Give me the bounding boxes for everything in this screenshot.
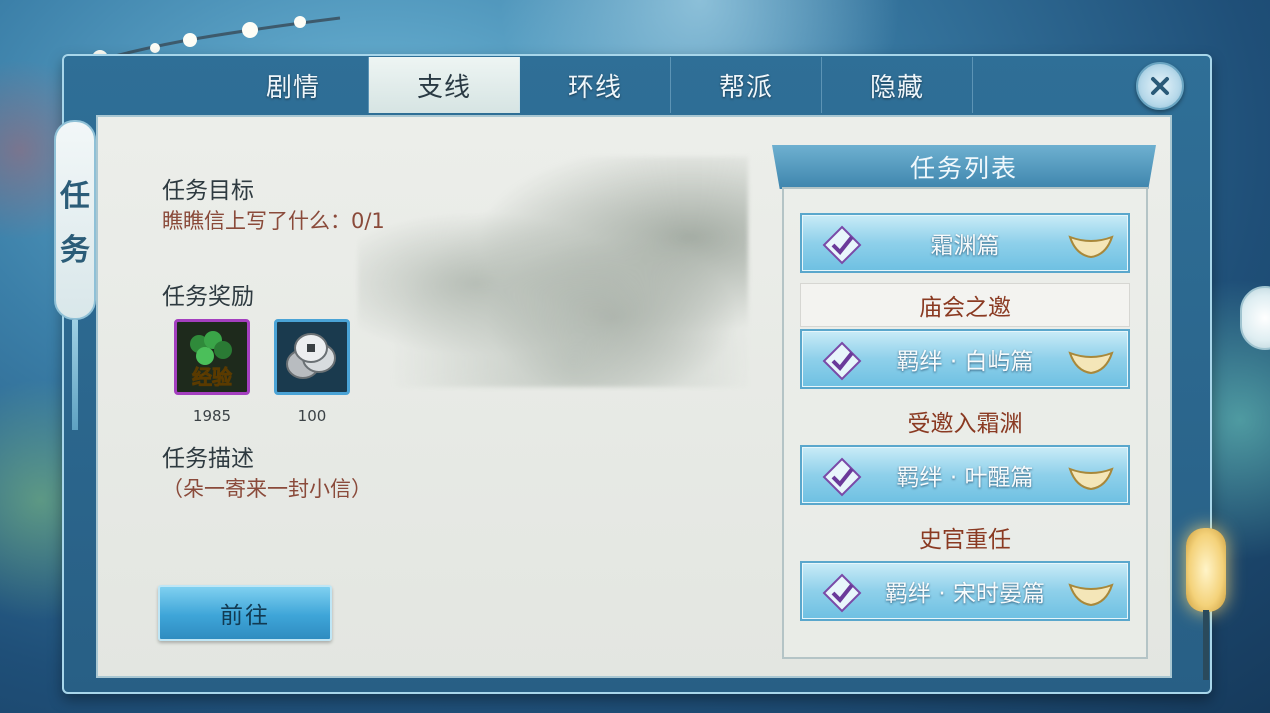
close-button[interactable] [1136, 62, 1184, 110]
exp-icon: 经验 [190, 331, 232, 389]
tab-bar: 剧情 支线 环线 帮派 隐藏 [218, 57, 1138, 113]
tab-loop[interactable]: 环线 [520, 57, 671, 113]
chapter-row-frost-abyss[interactable]: 霜渊篇 [800, 213, 1130, 273]
chapter-row-bai-yu[interactable]: 羁绊 · 白屿篇 [800, 329, 1130, 389]
check-icon [822, 457, 862, 497]
expand-wing-icon [1068, 583, 1114, 607]
chapter-row-song-shi-yan[interactable]: 羁绊 · 宋时晏篇 [800, 561, 1130, 621]
task-list: 霜渊篇 庙会之邀 羁绊 · 白屿篇 受邀入霜渊 羁绊 · 叶醒篇 史官重任 羁绊… [782, 187, 1148, 659]
description-text: （朵一寄来一封小信） [162, 477, 372, 501]
task-list-title: 任务列表 [772, 145, 1156, 189]
coin-icon [286, 333, 336, 379]
lantern-decoration [1186, 528, 1226, 612]
check-icon [822, 573, 862, 613]
reward-coin-slot[interactable] [274, 319, 350, 395]
tab-side-quest[interactable]: 支线 [369, 57, 520, 113]
go-button[interactable]: 前往 [158, 585, 332, 641]
check-icon [822, 225, 862, 265]
side-menu-handle[interactable] [1240, 286, 1270, 350]
reward-heading: 任务奖励 [162, 284, 254, 310]
quest-content-panel: 任务目标 瞧瞧信上写了什么：0/1 任务奖励 经验 1985 100 任务描述 … [96, 115, 1172, 678]
tab-story[interactable]: 剧情 [218, 57, 369, 113]
check-icon [822, 341, 862, 381]
close-icon [1151, 77, 1169, 95]
reward-exp-amount: 1985 [192, 407, 232, 425]
side-title-banner: 任 务 [54, 120, 96, 320]
objective-heading: 任务目标 [162, 178, 254, 204]
expand-wing-icon [1068, 351, 1114, 375]
side-title-char-2: 务 [60, 233, 90, 268]
chapter-row-ye-xing[interactable]: 羁绊 · 叶醒篇 [800, 445, 1130, 505]
reward-exp-slot[interactable]: 经验 [174, 319, 250, 395]
tab-hidden[interactable]: 隐藏 [822, 57, 973, 113]
lantern-pole [1203, 610, 1209, 680]
side-title-char-1: 任 [60, 179, 90, 214]
quest-row-temple-fair[interactable]: 庙会之邀 [800, 283, 1130, 327]
expand-wing-icon [1068, 467, 1114, 491]
ink-landscape-painting [358, 157, 748, 387]
quest-row-historian[interactable]: 史官重任 [800, 515, 1130, 559]
objective-text: 瞧瞧信上写了什么：0/1 [162, 209, 385, 233]
tab-guild[interactable]: 帮派 [671, 57, 822, 113]
quest-row-invited[interactable]: 受邀入霜渊 [800, 399, 1130, 443]
side-tassel [72, 320, 78, 430]
exp-icon-text: 经验 [192, 365, 232, 389]
expand-wing-icon [1068, 235, 1114, 259]
reward-coin-amount: 100 [297, 407, 327, 425]
description-heading: 任务描述 [162, 446, 254, 472]
